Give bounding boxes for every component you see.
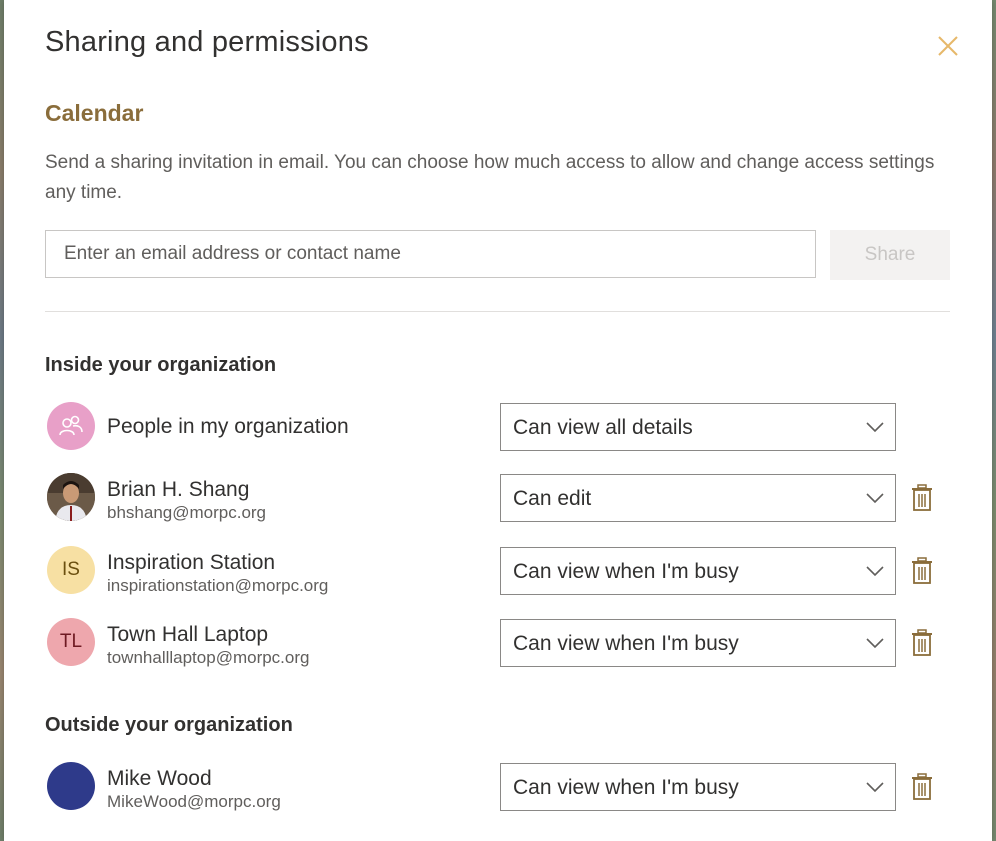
permission-dropdown[interactable]: Can edit bbox=[500, 474, 896, 522]
list-item: IS Inspiration Station inspirationstatio… bbox=[45, 546, 950, 596]
person-email: MikeWood@morpc.org bbox=[107, 792, 281, 811]
permission-dropdown[interactable]: Can view when I'm busy bbox=[500, 619, 896, 667]
trash-icon[interactable] bbox=[911, 773, 933, 801]
email-input[interactable] bbox=[45, 230, 816, 278]
sharing-dialog: Sharing and permissions Calendar Send a … bbox=[4, 0, 992, 841]
list-item: People in my organization Can view all d… bbox=[45, 402, 950, 452]
permission-value: Can view when I'm busy bbox=[513, 560, 739, 583]
avatar bbox=[47, 762, 95, 810]
person-email: townhalllaptop@morpc.org bbox=[107, 648, 310, 667]
backdrop-right bbox=[992, 0, 996, 841]
person-email: inspirationstation@morpc.org bbox=[107, 576, 329, 595]
outside-section-title: Outside your organization bbox=[45, 714, 293, 736]
share-button[interactable]: Share bbox=[830, 230, 950, 280]
chevron-down-icon bbox=[866, 422, 884, 433]
list-item: TL Town Hall Laptop townhalllaptop@morpc… bbox=[45, 618, 950, 668]
avatar: IS bbox=[47, 546, 95, 594]
calendar-name: Calendar bbox=[45, 100, 144, 126]
list-item: Mike Wood MikeWood@morpc.org Can view wh… bbox=[45, 762, 950, 812]
people-icon bbox=[59, 415, 83, 436]
person-email: bhshang@morpc.org bbox=[107, 503, 267, 522]
person-name: Mike Wood bbox=[107, 767, 212, 790]
permission-dropdown[interactable]: Can view all details bbox=[500, 403, 896, 451]
permission-value: Can edit bbox=[513, 487, 592, 510]
chevron-down-icon bbox=[866, 638, 884, 649]
chevron-down-icon bbox=[866, 493, 884, 504]
permission-dropdown[interactable]: Can view when I'm busy bbox=[500, 763, 896, 811]
permission-value: Can view all details bbox=[513, 416, 693, 439]
person-name: Brian H. Shang bbox=[107, 478, 250, 501]
trash-icon[interactable] bbox=[911, 629, 933, 657]
trash-icon[interactable] bbox=[911, 484, 933, 512]
profile-photo bbox=[47, 473, 95, 521]
avatar bbox=[47, 402, 95, 450]
person-name: Town Hall Laptop bbox=[107, 623, 269, 646]
chevron-down-icon bbox=[866, 566, 884, 577]
permission-value: Can view when I'm busy bbox=[513, 776, 739, 799]
inside-section-title: Inside your organization bbox=[45, 354, 277, 376]
trash-icon[interactable] bbox=[911, 557, 933, 585]
close-button[interactable] bbox=[934, 32, 962, 60]
permission-value: Can view when I'm busy bbox=[513, 632, 739, 655]
close-icon bbox=[938, 36, 958, 56]
dialog-title: Sharing and permissions bbox=[45, 26, 369, 58]
divider bbox=[45, 311, 950, 312]
sharing-description: Send a sharing invitation in email. You … bbox=[45, 152, 935, 203]
person-name: Inspiration Station bbox=[107, 551, 276, 574]
permission-dropdown[interactable]: Can view when I'm busy bbox=[500, 547, 896, 595]
person-name: People in my organization bbox=[107, 415, 349, 438]
avatar: TL bbox=[47, 618, 95, 666]
list-item: Brian H. Shang bhshang@morpc.org Can edi… bbox=[45, 473, 950, 523]
avatar bbox=[47, 473, 95, 521]
chevron-down-icon bbox=[866, 782, 884, 793]
